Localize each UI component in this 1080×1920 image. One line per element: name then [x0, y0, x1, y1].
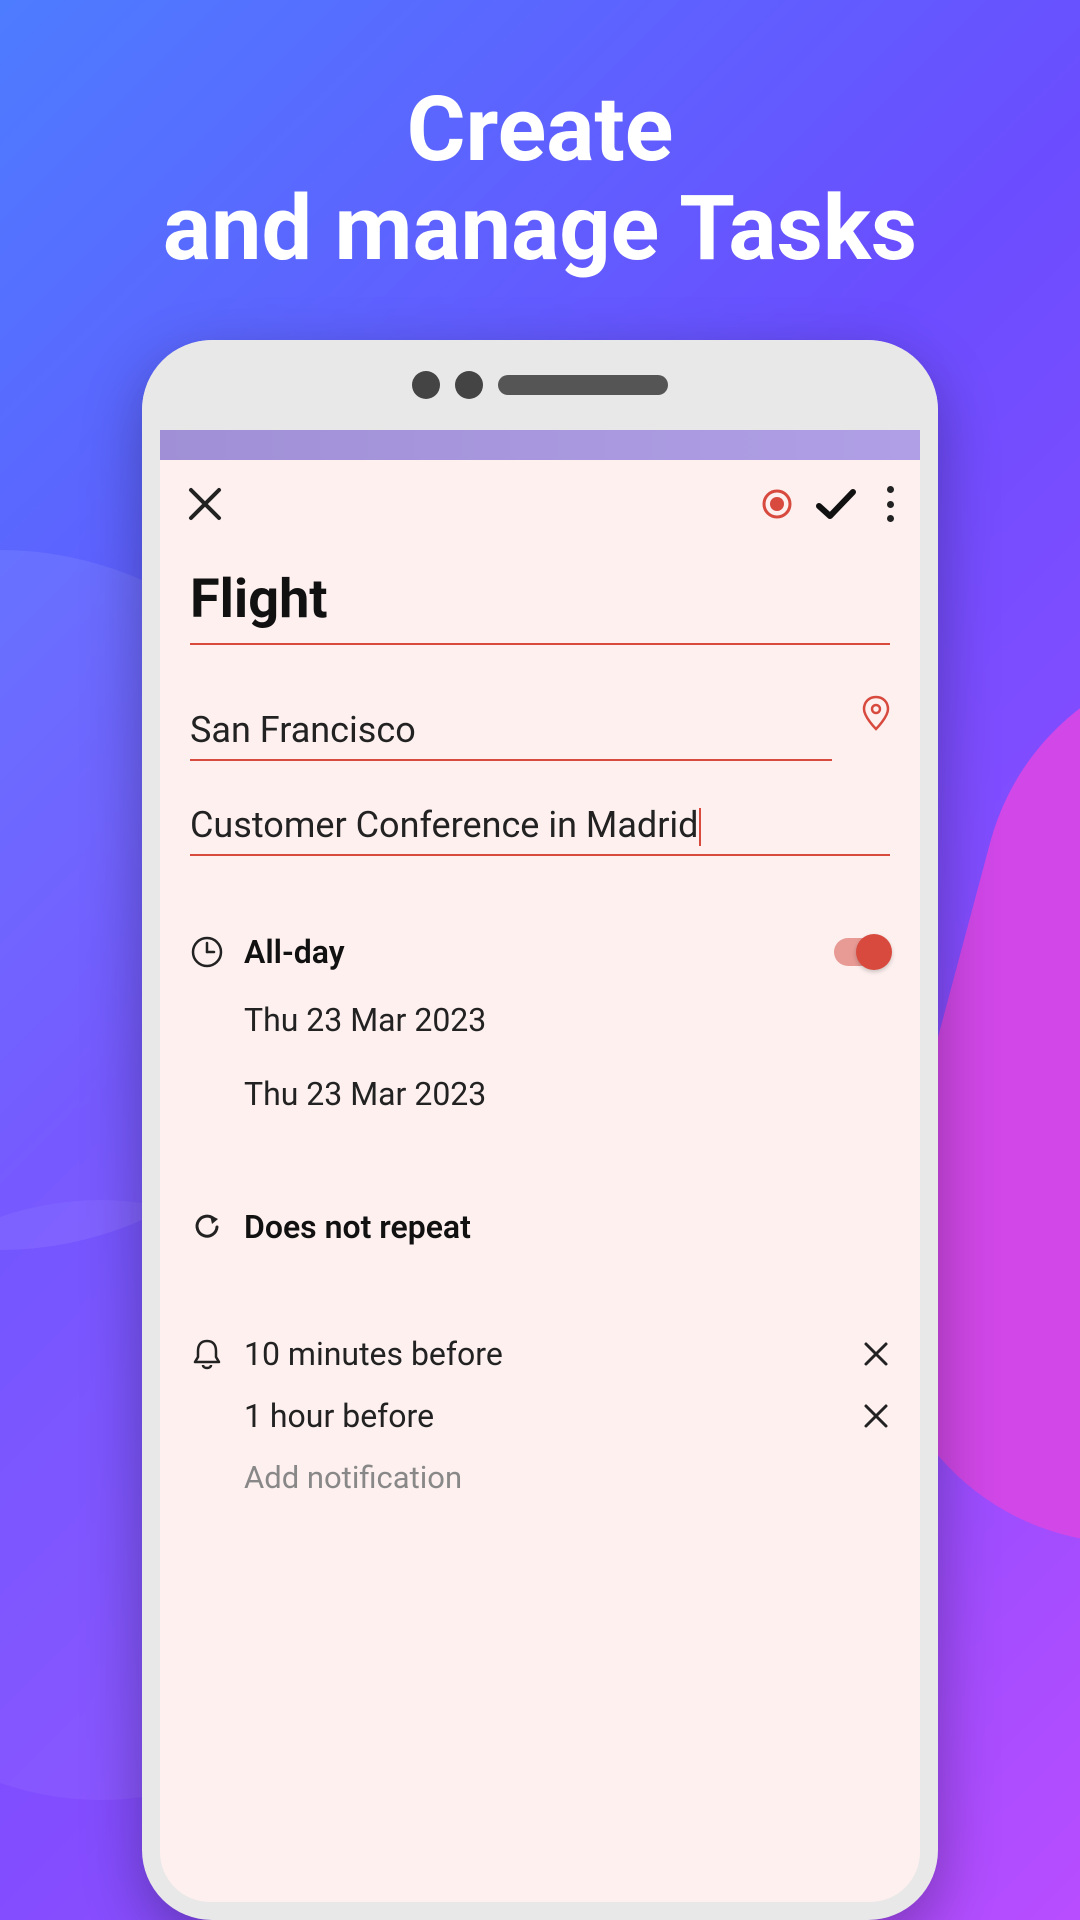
phone-notch: [142, 340, 938, 430]
phone-screen: Flight San Francisco Customer Conference…: [160, 430, 920, 1902]
more-vertical-icon[interactable]: [887, 486, 895, 522]
location-input[interactable]: San Francisco: [190, 701, 832, 761]
bell-icon: [190, 1337, 224, 1371]
start-date[interactable]: Thu 23 Mar 2023: [244, 1001, 890, 1039]
text-cursor: [699, 808, 701, 846]
notification-item[interactable]: 1 hour before: [244, 1397, 842, 1435]
headline-line-2: and manage Tasks: [163, 176, 917, 281]
repeat-label: Does not repeat: [244, 1208, 890, 1246]
marketing-headline: Create and manage Tasks: [0, 80, 1080, 278]
location-pin-icon[interactable]: [862, 695, 890, 731]
repeat-icon: [190, 1210, 224, 1244]
confirm-check-icon[interactable]: [813, 482, 857, 526]
phone-frame: Flight San Francisco Customer Conference…: [142, 340, 938, 1920]
record-color-icon[interactable]: [761, 488, 793, 520]
status-bar: [160, 430, 920, 460]
repeat-row[interactable]: Does not repeat: [190, 1196, 890, 1258]
clock-icon: [190, 935, 224, 969]
remove-notification-icon[interactable]: [862, 1402, 890, 1430]
all-day-label: All-day: [244, 933, 814, 971]
remove-notification-icon[interactable]: [862, 1340, 890, 1368]
headline-line-1: Create: [407, 77, 674, 182]
description-input[interactable]: Customer Conference in Madrid: [190, 796, 890, 856]
toolbar: [160, 460, 920, 548]
end-date[interactable]: Thu 23 Mar 2023: [244, 1075, 890, 1113]
task-title-input[interactable]: Flight: [190, 558, 890, 645]
all-day-toggle[interactable]: [834, 938, 890, 966]
description-text: Customer Conference in Madrid: [190, 804, 698, 846]
add-notification-button[interactable]: Add notification: [244, 1459, 890, 1496]
close-icon[interactable]: [185, 484, 225, 524]
notification-item[interactable]: 10 minutes before: [244, 1335, 842, 1373]
